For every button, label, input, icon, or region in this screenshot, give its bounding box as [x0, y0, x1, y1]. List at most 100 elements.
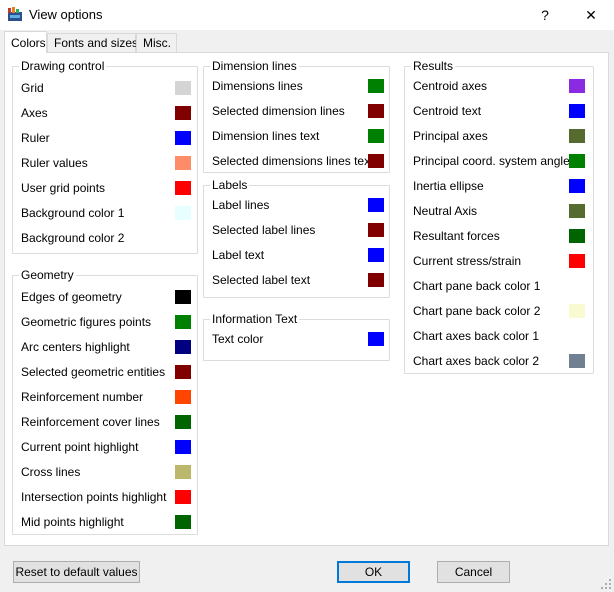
- color-option-label: Label lines: [212, 198, 270, 212]
- color-swatch[interactable]: [175, 231, 191, 245]
- tab-colors[interactable]: Colors: [4, 31, 47, 53]
- color-option-row[interactable]: Reinforcement number: [13, 385, 197, 410]
- color-option-label: Text color: [212, 332, 264, 346]
- color-option-row[interactable]: Label text: [204, 243, 389, 268]
- cancel-button[interactable]: Cancel: [437, 561, 510, 583]
- reset-defaults-button[interactable]: Reset to default values: [13, 561, 140, 583]
- color-swatch[interactable]: [175, 81, 191, 95]
- color-option-row[interactable]: Dimensions lines: [204, 74, 389, 99]
- color-swatch[interactable]: [569, 154, 585, 168]
- color-option-row[interactable]: Principal axes: [405, 124, 593, 149]
- color-swatch[interactable]: [175, 315, 191, 329]
- color-swatch[interactable]: [569, 104, 585, 118]
- color-swatch[interactable]: [175, 340, 191, 354]
- color-swatch[interactable]: [175, 206, 191, 220]
- color-option-row[interactable]: Centroid text: [405, 99, 593, 124]
- color-swatch[interactable]: [175, 465, 191, 479]
- color-swatch[interactable]: [175, 440, 191, 454]
- color-swatch[interactable]: [569, 279, 585, 293]
- color-option-row[interactable]: Dimension lines text: [204, 124, 389, 149]
- color-option-row[interactable]: Selected dimensions lines text: [204, 149, 389, 174]
- color-option-label: Centroid text: [413, 104, 482, 118]
- color-swatch[interactable]: [175, 390, 191, 404]
- color-option-row[interactable]: Mid points highlight: [13, 510, 197, 535]
- help-button[interactable]: ?: [522, 0, 568, 30]
- color-swatch[interactable]: [569, 204, 585, 218]
- color-option-row[interactable]: Cross lines: [13, 460, 197, 485]
- color-option-row[interactable]: Chart pane back color 2: [405, 299, 593, 324]
- color-swatch[interactable]: [368, 248, 384, 262]
- color-option-row[interactable]: Arc centers highlight: [13, 335, 197, 360]
- color-option-row[interactable]: Chart axes back color 2: [405, 349, 593, 374]
- color-swatch[interactable]: [175, 106, 191, 120]
- color-option-row[interactable]: User grid points: [13, 176, 197, 201]
- color-option-row[interactable]: Edges of geometry: [13, 285, 197, 310]
- color-option-label: Chart pane back color 1: [413, 279, 541, 293]
- color-option-label: Selected dimension lines: [212, 104, 345, 118]
- color-swatch[interactable]: [175, 365, 191, 379]
- color-swatch[interactable]: [368, 154, 384, 168]
- color-swatch[interactable]: [368, 129, 384, 143]
- color-option-row[interactable]: Selected geometric entities: [13, 360, 197, 385]
- color-swatch[interactable]: [175, 415, 191, 429]
- tab-misc[interactable]: Misc.: [136, 33, 177, 53]
- tab-fonts-and-sizes[interactable]: Fonts and sizes: [47, 33, 138, 53]
- color-option-row[interactable]: Chart pane back color 1: [405, 274, 593, 299]
- resize-grip-icon[interactable]: [600, 578, 612, 590]
- color-option-label: Label text: [212, 248, 265, 262]
- color-option-row[interactable]: Inertia ellipse: [405, 174, 593, 199]
- color-swatch[interactable]: [569, 129, 585, 143]
- group-title: Information Text: [210, 312, 300, 326]
- color-option-label: Grid: [21, 81, 44, 95]
- color-option-row[interactable]: Selected dimension lines: [204, 99, 389, 124]
- color-swatch[interactable]: [175, 490, 191, 504]
- color-swatch[interactable]: [569, 254, 585, 268]
- ok-button[interactable]: OK: [337, 561, 410, 583]
- group-title: Results: [411, 59, 456, 73]
- color-option-row[interactable]: Axes: [13, 101, 197, 126]
- color-swatch[interactable]: [368, 198, 384, 212]
- color-option-row[interactable]: Current point highlight: [13, 435, 197, 460]
- color-option-row[interactable]: Ruler: [13, 126, 197, 151]
- color-option-label: Resultant forces: [413, 229, 500, 243]
- group-title: Labels: [210, 178, 250, 192]
- color-swatch[interactable]: [569, 229, 585, 243]
- color-swatch[interactable]: [569, 329, 585, 343]
- close-button[interactable]: ✕: [568, 0, 614, 30]
- color-swatch[interactable]: [368, 273, 384, 287]
- color-option-label: Dimension lines text: [212, 129, 320, 143]
- color-option-row[interactable]: Background color 1: [13, 201, 197, 226]
- color-option-label: Geometric figures points: [21, 315, 152, 329]
- color-swatch[interactable]: [175, 515, 191, 529]
- color-option-row[interactable]: Selected label text: [204, 268, 389, 293]
- color-option-label: Principal coord. system angle: [413, 154, 570, 168]
- color-option-row[interactable]: Centroid axes: [405, 74, 593, 99]
- color-swatch[interactable]: [569, 179, 585, 193]
- color-swatch[interactable]: [175, 290, 191, 304]
- color-option-row[interactable]: Reinforcement cover lines: [13, 410, 197, 435]
- color-swatch[interactable]: [175, 131, 191, 145]
- color-swatch[interactable]: [569, 354, 585, 368]
- color-option-row[interactable]: Label lines: [204, 193, 389, 218]
- color-swatch[interactable]: [569, 79, 585, 93]
- color-option-row[interactable]: Ruler values: [13, 151, 197, 176]
- color-option-row[interactable]: Current stress/strain: [405, 249, 593, 274]
- color-option-row[interactable]: Grid: [13, 76, 197, 101]
- color-swatch[interactable]: [175, 156, 191, 170]
- color-option-row[interactable]: Resultant forces: [405, 224, 593, 249]
- color-option-row[interactable]: Intersection points highlight: [13, 485, 197, 510]
- color-option-row[interactable]: Principal coord. system angle: [405, 149, 593, 174]
- color-option-row[interactable]: Chart axes back color 1: [405, 324, 593, 349]
- color-swatch[interactable]: [368, 104, 384, 118]
- color-option-row[interactable]: Geometric figures points: [13, 310, 197, 335]
- color-swatch[interactable]: [368, 332, 384, 346]
- color-option-row[interactable]: Text color: [204, 327, 389, 352]
- color-swatch[interactable]: [175, 181, 191, 195]
- color-option-row[interactable]: Neutral Axis: [405, 199, 593, 224]
- color-swatch[interactable]: [368, 223, 384, 237]
- color-option-row[interactable]: Background color 2: [13, 226, 197, 251]
- color-swatch[interactable]: [368, 79, 384, 93]
- color-option-label: Neutral Axis: [413, 204, 478, 218]
- color-option-row[interactable]: Selected label lines: [204, 218, 389, 243]
- color-swatch[interactable]: [569, 304, 585, 318]
